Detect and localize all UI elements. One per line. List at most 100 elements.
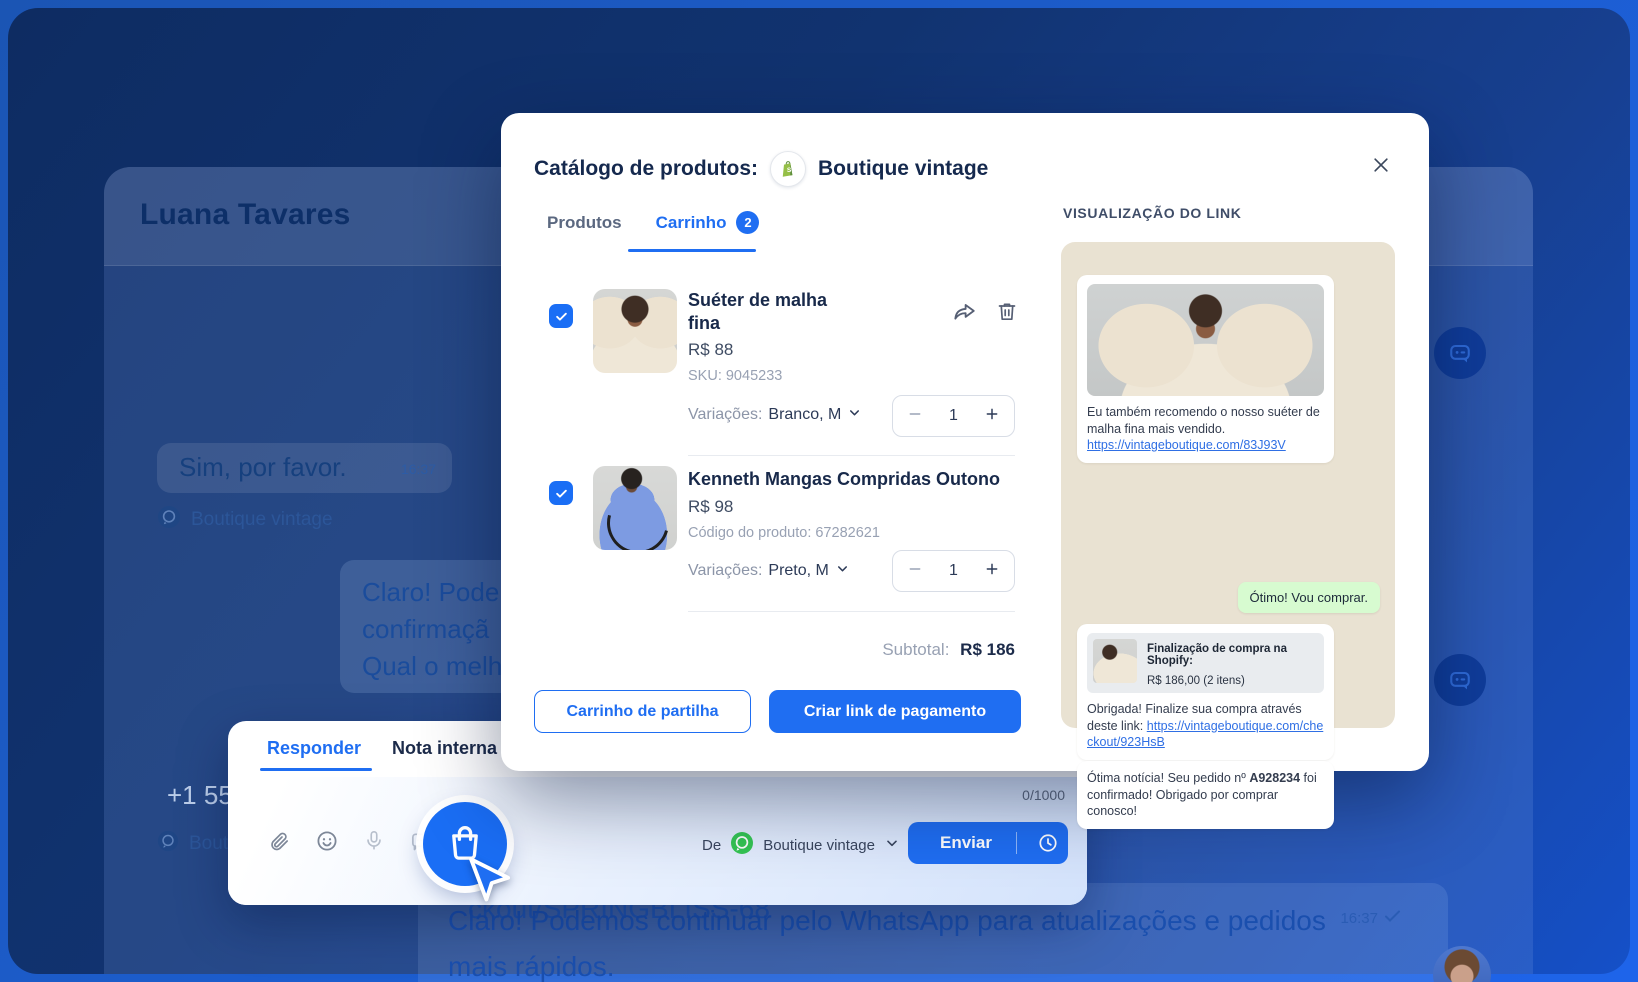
tab-carrinho[interactable]: Carrinho 2 xyxy=(656,211,760,234)
product-price: R$ 88 xyxy=(688,340,733,360)
incoming-sender-label: Boutique vintage xyxy=(191,509,333,531)
bottom-message-time: 16:37 xyxy=(1340,910,1378,927)
close-icon[interactable] xyxy=(1367,151,1395,179)
attachment-icon[interactable] xyxy=(268,830,291,853)
product-code: SKU: 9045233 xyxy=(688,368,782,384)
tab-responder[interactable]: Responder xyxy=(267,738,361,759)
sender-partial-label: Bout xyxy=(189,833,228,855)
contact-phone-partial: +1 55 xyxy=(167,780,233,811)
cart-count-badge: 2 xyxy=(736,211,759,234)
product-price: R$ 98 xyxy=(688,497,733,517)
subtotal-label: Subtotal: xyxy=(882,640,949,659)
tab-carrinho-underline xyxy=(628,249,756,252)
char-counter: 0/1000 xyxy=(1022,787,1065,803)
mouse-cursor xyxy=(466,856,518,919)
microphone-icon[interactable] xyxy=(363,829,385,853)
variations-selector[interactable]: Variações: Preto, M xyxy=(688,541,850,601)
incoming-message-time: 16:37 xyxy=(401,461,436,477)
preview-reply-bubble: Ótimo! Vou comprar. xyxy=(1238,582,1381,613)
from-label: De xyxy=(702,837,721,854)
quantity-stepper: 1 xyxy=(892,395,1015,437)
decrease-qty-icon[interactable] xyxy=(907,406,923,427)
preview-product-link[interactable]: https://vintageboutique.com/83J93V xyxy=(1087,437,1324,454)
checkout-message: Obrigada! Finalize sua compra através de… xyxy=(1087,701,1324,751)
share-cart-button[interactable]: Carrinho de partilha xyxy=(534,690,751,733)
product-name: Kenneth Mangas Compridas Outono xyxy=(688,468,1028,491)
quantity-value: 1 xyxy=(949,562,958,580)
chatbot-widget-icon[interactable] xyxy=(1434,654,1486,706)
share-product-icon[interactable] xyxy=(951,299,977,330)
tab-produtos[interactable]: Produtos xyxy=(547,213,622,233)
checkout-amount: R$ 186,00 (2 itens) xyxy=(1147,675,1318,687)
product-catalog-modal: Catálogo de produtos: S Boutique vintage… xyxy=(501,113,1429,771)
checkout-title: Finalização de compra na Shopify: xyxy=(1147,643,1318,667)
schedule-clock-icon[interactable] xyxy=(1037,832,1059,854)
tab-produtos-label: Produtos xyxy=(547,213,622,233)
whatsapp-icon xyxy=(157,505,181,535)
variations-value: Preto, M xyxy=(768,562,828,580)
contact-name: Luana Tavares xyxy=(140,198,350,232)
preview-product-card: Eu também recomendo o nosso suéter de ma… xyxy=(1077,275,1334,463)
bottom-message-line-1: Claro! Podemos continuar pelo WhatsApp p… xyxy=(448,905,1326,937)
increase-qty-icon[interactable] xyxy=(984,406,1000,427)
cart-item-checkbox[interactable] xyxy=(549,304,573,328)
link-preview-panel: Eu também recomendo o nosso suéter de ma… xyxy=(1061,242,1395,728)
send-button-divider xyxy=(1016,832,1017,854)
modal-title: Catálogo de produtos: xyxy=(534,157,758,181)
bottom-message-meta: 16:37 xyxy=(1340,909,1402,927)
sender-partial-row: Bout xyxy=(157,830,228,858)
increase-qty-icon[interactable] xyxy=(984,561,1000,582)
chevron-down-icon xyxy=(847,405,862,425)
send-button-label: Enviar xyxy=(940,833,992,853)
preview-confirmation-card: Ótima notícia! Seu pedido nº A928234 foi… xyxy=(1077,761,1334,829)
tab-responder-underline xyxy=(260,768,372,771)
preview-checkout-card: Finalização de compra na Shopify: R$ 186… xyxy=(1077,624,1334,760)
incoming-sender-row: Boutique vintage xyxy=(157,505,333,535)
incoming-message-bubble: Sim, por favor. 16:37 xyxy=(157,443,452,493)
tab-carrinho-label: Carrinho xyxy=(656,213,727,233)
svg-text:S: S xyxy=(787,167,792,174)
product-image xyxy=(593,466,677,550)
incoming-message-text: Sim, por favor. xyxy=(179,452,347,483)
checkout-summary: Finalização de compra na Shopify: R$ 186… xyxy=(1087,633,1324,693)
variations-label: Variações: xyxy=(688,562,762,580)
link-preview-heading: VISUALIZAÇÃO DO LINK xyxy=(1063,205,1241,221)
store-name: Boutique vintage xyxy=(818,157,988,181)
chatbot-widget-icon[interactable] xyxy=(1434,327,1486,379)
item-divider xyxy=(688,455,1015,456)
product-image xyxy=(593,289,677,373)
variations-selector[interactable]: Variações: Branco, M xyxy=(688,385,862,445)
preview-product-text: Eu também recomendo o nosso suéter de ma… xyxy=(1087,404,1324,437)
delete-product-icon[interactable] xyxy=(995,299,1019,330)
tab-nota-interna[interactable]: Nota interna xyxy=(392,738,497,759)
from-account-name: Boutique vintage xyxy=(763,837,875,854)
create-payment-link-button[interactable]: Criar link de pagamento xyxy=(769,690,1021,733)
item-divider xyxy=(688,611,1015,612)
confirmation-prefix: Ótima notícia! Seu pedido nº xyxy=(1087,771,1249,785)
chevron-down-icon xyxy=(835,561,850,581)
quantity-value: 1 xyxy=(949,407,958,425)
confirmation-message: Ótima notícia! Seu pedido nº A928234 foi… xyxy=(1087,770,1324,820)
shopify-store-icon: S xyxy=(770,151,806,187)
preview-product-image xyxy=(1087,284,1324,396)
product-name: Suéter de malha fina xyxy=(688,289,838,335)
product-code: Código do produto: 67282621 xyxy=(688,525,880,541)
decrease-qty-icon[interactable] xyxy=(907,561,923,582)
checkmark-icon xyxy=(1384,909,1402,927)
chevron-down-icon xyxy=(884,835,900,856)
checkout-thumbnail-image xyxy=(1093,639,1137,683)
bottom-message-line-2: mais rápidos. xyxy=(448,951,615,982)
whatsapp-icon xyxy=(157,830,179,858)
subtotal-row: Subtotal: R$ 186 xyxy=(882,640,1015,660)
promo-canvas: Luana Tavares Sim, por favor. 16:37 Bout… xyxy=(0,0,1638,982)
whatsapp-icon xyxy=(730,831,754,860)
from-account-selector[interactable]: De Boutique vintage xyxy=(702,831,900,860)
order-number: A928234 xyxy=(1249,771,1300,785)
emoji-icon[interactable] xyxy=(315,829,339,853)
quantity-stepper: 1 xyxy=(892,550,1015,592)
variations-value: Branco, M xyxy=(768,406,841,424)
subtotal-value: R$ 186 xyxy=(960,640,1015,659)
cart-item-checkbox[interactable] xyxy=(549,481,573,505)
variations-label: Variações: xyxy=(688,406,762,424)
send-button[interactable]: Enviar xyxy=(908,822,1068,864)
